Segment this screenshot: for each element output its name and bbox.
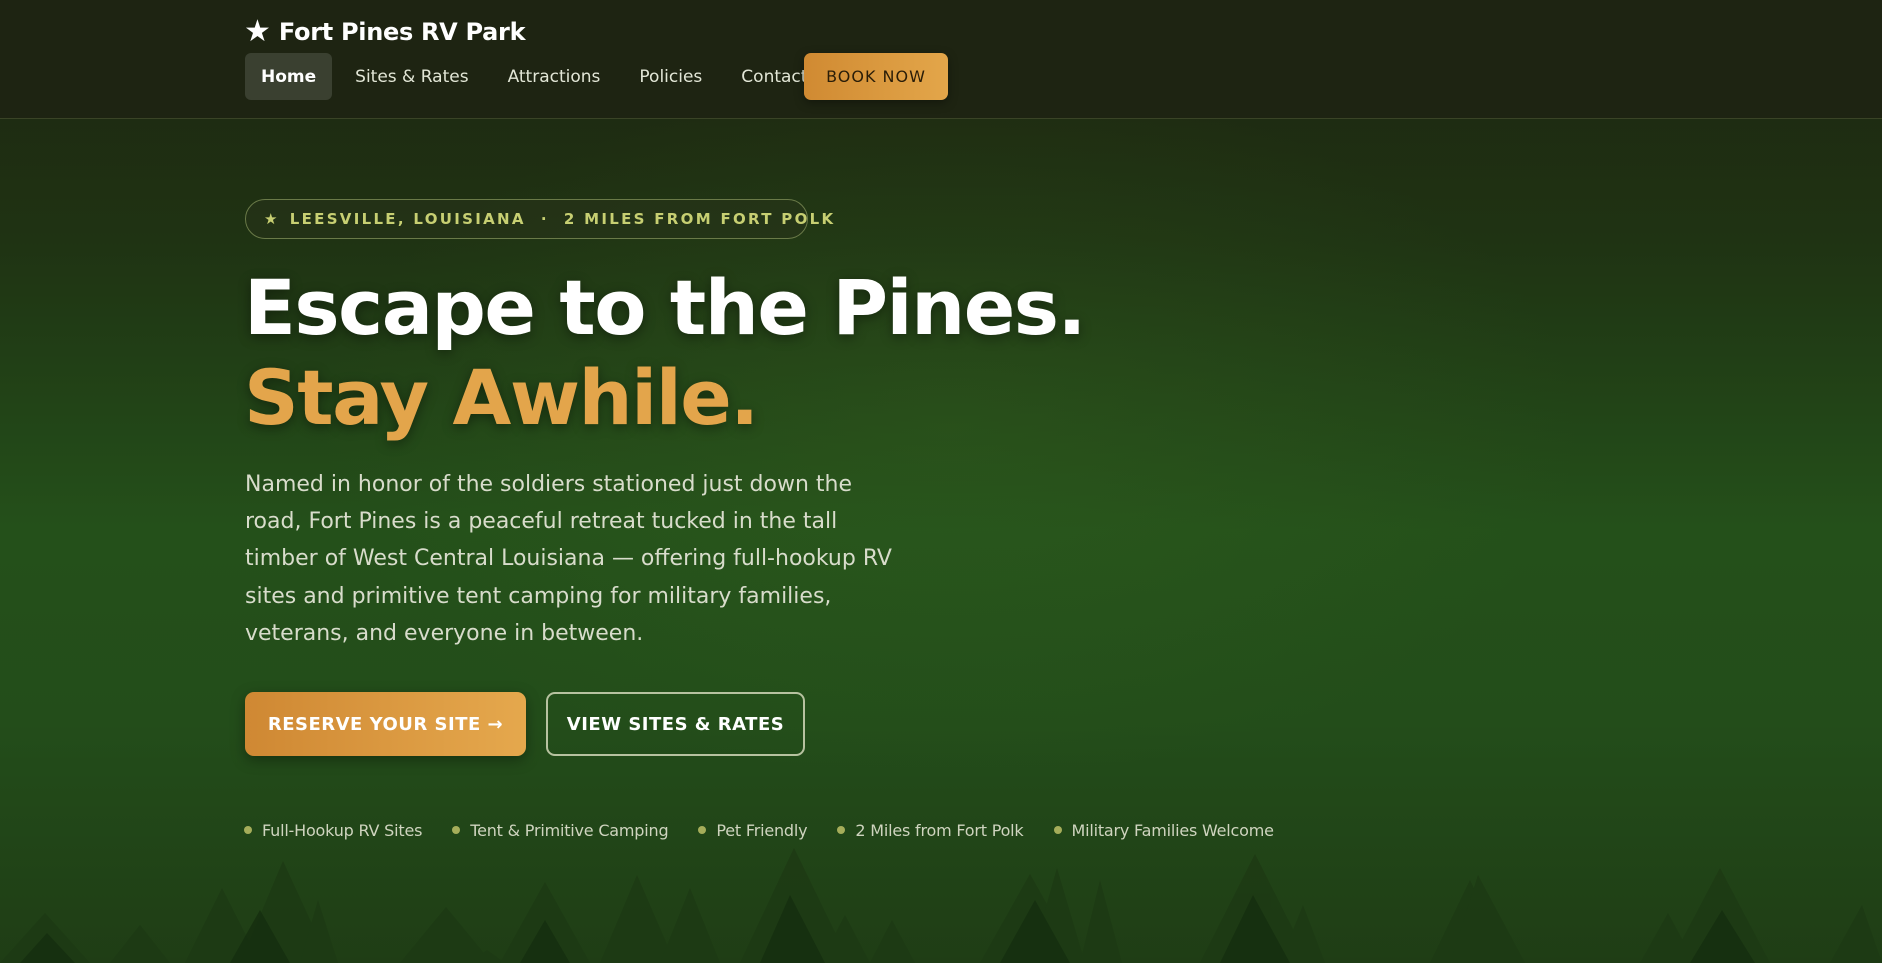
feature-item: Pet Friendly: [698, 820, 808, 840]
nav-link-home[interactable]: Home: [245, 53, 333, 100]
dot-icon: [244, 826, 252, 834]
location-badge: ★ LEESVILLE, LOUISIANA · 2 MILES FROM FO…: [245, 199, 833, 239]
hero-description: Named in honor of the soldiers stationed…: [245, 472, 892, 646]
star-icon: ★: [264, 210, 280, 228]
feature-label: Full-Hookup RV Sites: [262, 820, 423, 840]
feature-item: 2 Miles from Fort Polk: [837, 820, 1024, 840]
dot-icon: [837, 826, 846, 834]
hero-headline: Escape to the Pines.: [244, 263, 1086, 352]
reserve-site-button[interactable]: RESERVE YOUR SITE →: [245, 692, 526, 756]
nav-link-sites-rates[interactable]: Sites & Rates: [339, 53, 484, 100]
feature-list: Full-Hookup RV Sites Tent & Primitive Ca…: [244, 818, 1304, 842]
feature-label: Tent & Primitive Camping: [470, 820, 669, 840]
feature-item: Full-Hookup RV Sites: [244, 821, 422, 840]
feature-item: Military Families Welcome: [1053, 820, 1274, 840]
feature-label: Military Families Welcome: [1071, 820, 1274, 840]
brand-logo[interactable]: ★ Fort Pines RV Park: [244, 14, 526, 50]
brand-name: Fort Pines RV Park: [278, 18, 526, 46]
pine-trees-silhouette: [0, 848, 1882, 963]
star-icon: ★: [244, 14, 271, 49]
nav-link-policies[interactable]: Policies: [623, 53, 718, 100]
dot-icon: [698, 826, 707, 834]
top-navbar: ★ Fort Pines RV Park Home Sites & Rates …: [0, 0, 1882, 119]
hero-subheadline: Stay Awhile.: [244, 353, 759, 442]
dot-icon: [1053, 826, 1062, 834]
view-sites-rates-button[interactable]: VIEW SITES & RATES: [546, 692, 805, 756]
feature-label: Pet Friendly: [716, 820, 808, 840]
feature-label: 2 Miles from Fort Polk: [855, 820, 1024, 840]
location-badge-text: LEESVILLE, LOUISIANA · 2 MILES FROM FORT…: [289, 210, 836, 228]
feature-item: Tent & Primitive Camping: [452, 820, 669, 840]
nav-links: Home Sites & Rates Attractions Policies …: [245, 53, 830, 100]
dot-icon: [452, 826, 461, 834]
book-now-button[interactable]: BOOK NOW: [804, 53, 948, 100]
nav-link-attractions[interactable]: Attractions: [492, 53, 617, 100]
